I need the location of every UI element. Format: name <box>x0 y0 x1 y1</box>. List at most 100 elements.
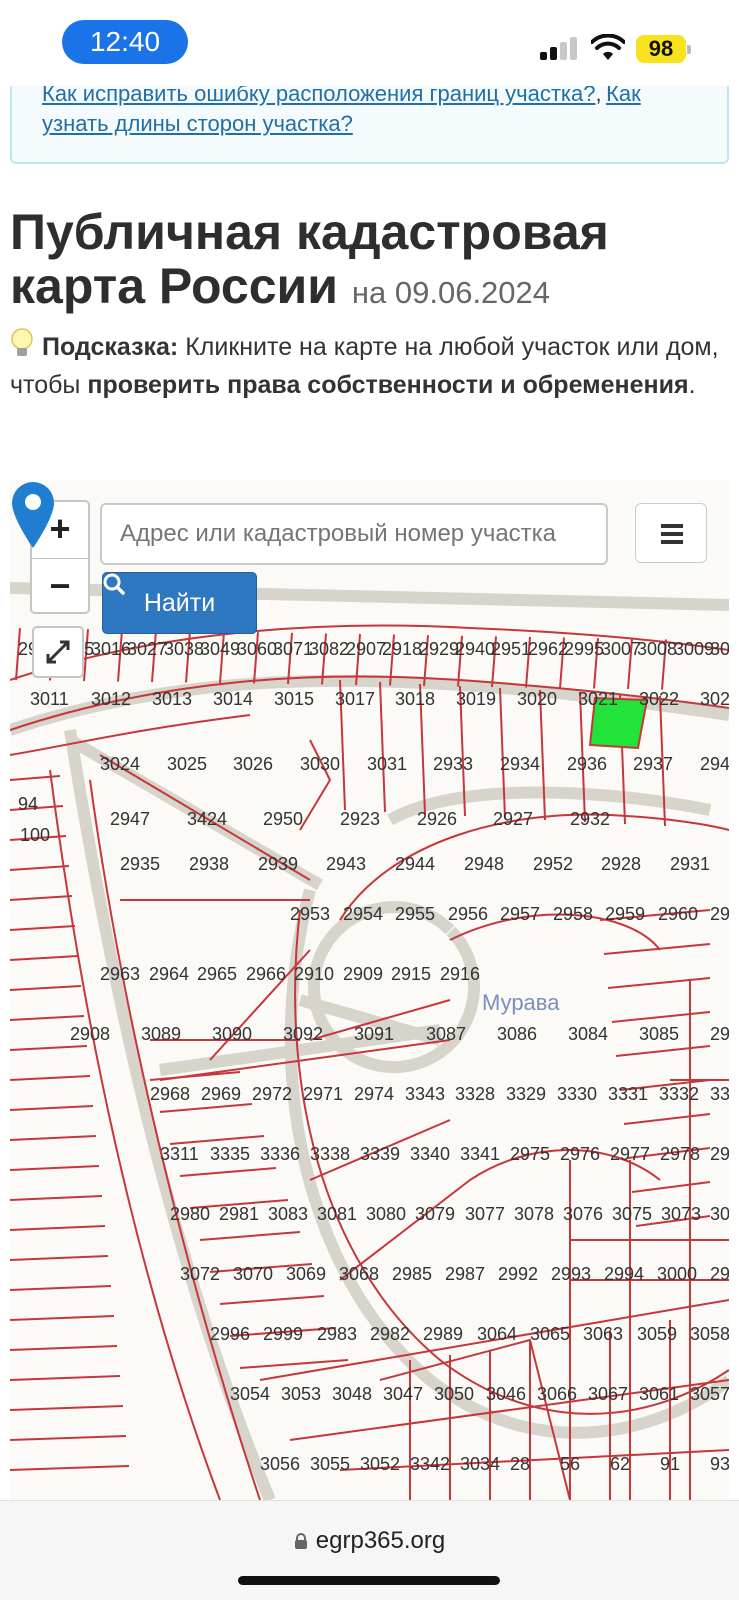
plot-number-label[interactable]: 3015 <box>274 689 314 709</box>
plot-number-label[interactable]: 2996 <box>210 1324 250 1344</box>
plot-number-label[interactable]: 3076 <box>563 1204 603 1224</box>
plot-number-label[interactable]: 2918 <box>382 639 422 659</box>
plot-number-label[interactable]: 3013 <box>152 689 192 709</box>
plot-number-label[interactable]: 56 <box>560 1454 580 1474</box>
plot-number-label[interactable]: 3064 <box>477 1324 517 1344</box>
plot-number-label[interactable]: 2978 <box>660 1144 700 1164</box>
plot-number-label[interactable]: 3342 <box>410 1454 450 1474</box>
plot-number-label[interactable]: 3025 <box>167 754 207 774</box>
plot-number-label[interactable]: 3061 <box>639 1384 679 1404</box>
plot-number-label[interactable]: 2908 <box>70 1024 110 1044</box>
plot-number-label[interactable]: 3048 <box>332 1384 372 1404</box>
plot-number-label[interactable]: 2939 <box>258 854 298 874</box>
plot-number-label[interactable]: 2980 <box>170 1204 210 1224</box>
plot-number-label[interactable]: 3424 <box>187 809 227 829</box>
plot-number-label[interactable]: 3340 <box>410 1144 450 1164</box>
plot-number-label[interactable]: 2958 <box>553 904 593 924</box>
plot-number-label[interactable]: 3085 <box>639 1024 679 1044</box>
plot-number-label[interactable]: 94 <box>18 794 38 814</box>
plot-number-label[interactable]: 2981 <box>219 1204 259 1224</box>
plot-number-label[interactable]: 2993 <box>551 1264 591 1284</box>
plot-number-label[interactable]: 3080 <box>366 1204 406 1224</box>
plot-number-label[interactable]: 3083 <box>268 1204 308 1224</box>
plot-number-label[interactable]: 3038 <box>164 639 204 659</box>
plot-number-label[interactable]: 2954 <box>343 904 383 924</box>
plot-number-label[interactable]: 3091 <box>354 1024 394 1044</box>
plot-number-label[interactable]: 3058 <box>690 1324 729 1344</box>
plot-number-label[interactable]: 2910 <box>294 964 334 984</box>
plot-number-label[interactable]: 3046 <box>486 1384 526 1404</box>
plot-number-label[interactable]: 91 <box>660 1454 680 1474</box>
plot-number-label[interactable]: 3053 <box>281 1384 321 1404</box>
plot-number-label[interactable]: 3018 <box>395 689 435 709</box>
plot-number-label[interactable]: 3069 <box>286 1264 326 1284</box>
plot-number-label[interactable]: 3086 <box>497 1024 537 1044</box>
plot-number-label[interactable]: 93 <box>710 1454 729 1474</box>
plot-number-label[interactable]: 2928 <box>601 854 641 874</box>
plot-number-label[interactable]: 2944 <box>395 854 435 874</box>
plot-number-label[interactable]: 3047 <box>383 1384 423 1404</box>
plot-number-label[interactable]: 2940 <box>455 639 495 659</box>
plot-number-label[interactable]: 3341 <box>460 1144 500 1164</box>
search-input[interactable] <box>100 503 608 565</box>
plot-number-label[interactable]: 2995 <box>564 639 604 659</box>
plot-number-label[interactable]: 3054 <box>230 1384 270 1404</box>
plot-number-label[interactable]: 2960 <box>658 904 698 924</box>
plot-number-label[interactable]: 3087 <box>426 1024 466 1044</box>
plot-number-label[interactable]: 2957 <box>500 904 540 924</box>
plot-number-label[interactable]: 2941 <box>700 754 729 774</box>
plot-number-label[interactable]: 2933 <box>433 754 473 774</box>
plot-number-label[interactable]: 2956 <box>448 904 488 924</box>
plot-number-label[interactable]: 3339 <box>360 1144 400 1164</box>
plot-number-label[interactable]: 2923 <box>340 809 380 829</box>
plot-number-label[interactable]: 2909 <box>343 964 383 984</box>
plot-number-label[interactable]: 3068 <box>339 1264 379 1284</box>
plot-number-label[interactable]: 2962 <box>528 639 568 659</box>
plot-number-label[interactable]: 3074 <box>710 1204 729 1224</box>
plot-number-label[interactable]: 2966 <box>246 964 286 984</box>
plot-number-label[interactable]: 3020 <box>517 689 557 709</box>
plot-number-label[interactable]: 2934 <box>500 754 540 774</box>
plot-number-label[interactable]: 3078 <box>514 1204 554 1224</box>
plot-number-label[interactable]: 2932 <box>570 809 610 829</box>
plot-number-label[interactable]: 2929 <box>419 639 459 659</box>
plot-number-label[interactable]: 2955 <box>395 904 435 924</box>
plot-number-label[interactable]: 3070 <box>233 1264 273 1284</box>
plot-number-label[interactable]: 3332 <box>659 1084 699 1104</box>
plot-number-label[interactable]: 3009 <box>674 639 714 659</box>
plot-number-label[interactable]: 3055 <box>310 1454 350 1474</box>
plot-number-label[interactable]: 3329 <box>506 1084 546 1104</box>
plot-number-label[interactable]: 3330 <box>557 1084 597 1104</box>
plot-number-label[interactable]: 2983 <box>317 1324 357 1344</box>
plot-number-label[interactable]: 2975 <box>510 1144 550 1164</box>
plot-number-label[interactable]: 2951 <box>491 639 531 659</box>
plot-number-label[interactable]: 2927 <box>493 809 533 829</box>
find-button[interactable]: Найти <box>102 572 257 634</box>
url-display[interactable]: egrp365.org <box>0 1527 739 1555</box>
plot-number-label[interactable]: 3060 <box>237 639 277 659</box>
plot-number-label[interactable]: 3014 <box>213 689 253 709</box>
plot-number-label[interactable]: 2992 <box>498 1264 538 1284</box>
plot-number-label[interactable]: 3012 <box>91 689 131 709</box>
home-indicator[interactable] <box>238 1576 500 1585</box>
plot-number-label[interactable]: 3065 <box>530 1324 570 1344</box>
plot-number-label[interactable]: 2972 <box>252 1084 292 1104</box>
plot-number-label[interactable]: 3072 <box>180 1264 220 1284</box>
plot-number-label[interactable]: 3336 <box>260 1144 300 1164</box>
plot-number-label[interactable]: 2948 <box>464 854 504 874</box>
plot-number-label[interactable]: 3071 <box>273 639 313 659</box>
plot-number-label[interactable]: 2937 <box>633 754 673 774</box>
plot-number-label[interactable]: 3021 <box>578 689 618 709</box>
plot-number-label[interactable]: 2953 <box>290 904 330 924</box>
plot-number-label[interactable]: 3338 <box>310 1144 350 1164</box>
plot-number-label[interactable]: 2987 <box>445 1264 485 1284</box>
plot-number-label[interactable]: 3331 <box>608 1084 648 1104</box>
plot-number-label[interactable]: 2916 <box>440 964 480 984</box>
plot-number-label[interactable]: 3049 <box>200 639 240 659</box>
plot-number-label[interactable]: 2926 <box>417 809 457 829</box>
plot-number-label[interactable]: 3016 <box>91 639 131 659</box>
plot-number-label[interactable]: 3075 <box>612 1204 652 1224</box>
plot-number-label[interactable]: 2982 <box>370 1324 410 1344</box>
plot-number-label[interactable]: 3059 <box>637 1324 677 1344</box>
plot-number-label[interactable]: 3079 <box>415 1204 455 1224</box>
